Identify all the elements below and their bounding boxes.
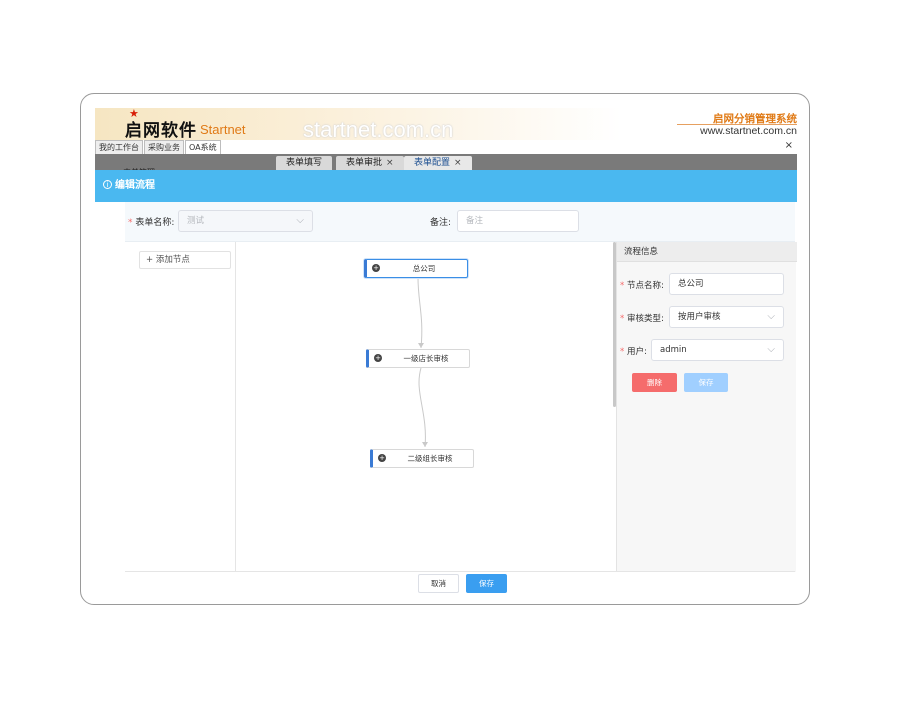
- audit-type-label-text: 审核类型:: [626, 314, 664, 324]
- info-icon: i: [103, 180, 112, 189]
- close-icon[interactable]: ×: [386, 158, 394, 168]
- chevron-down-icon: ⌵: [767, 344, 775, 355]
- flow-connector-2: [418, 367, 426, 448]
- flow-arrow-1: [418, 343, 424, 348]
- remark-input[interactable]: 备注: [457, 210, 579, 232]
- delete-node-button[interactable]: 删除: [632, 373, 677, 392]
- remark-placeholder: 备注: [466, 216, 484, 226]
- module-tab-workbench[interactable]: 我的工作台: [95, 140, 143, 155]
- flow-node-label: 二级组长审核: [407, 454, 453, 463]
- flow-canvas: + 总公司 + 一级店长审核 + 二级组长审核: [236, 242, 614, 572]
- page-tab-label: 表单审批: [346, 158, 383, 168]
- remark-label: 备注:: [430, 218, 452, 228]
- close-icon[interactable]: ×: [454, 158, 462, 168]
- panel-title: 流程信息: [617, 242, 797, 262]
- module-tab-oa[interactable]: OA系统: [185, 140, 221, 155]
- dialog-title: 编辑流程: [115, 180, 155, 191]
- user-label-text: 用户:: [626, 347, 647, 357]
- module-tabs: 我的工作台 采购业务 OA系统: [95, 140, 222, 155]
- cancel-button[interactable]: 取消: [418, 574, 459, 593]
- save-node-button[interactable]: 保存: [684, 373, 728, 392]
- page-tab-form-config[interactable]: 表单配置 ×: [404, 156, 472, 170]
- node-name-value: 总公司: [678, 279, 704, 289]
- required-mark: *: [620, 347, 625, 357]
- flow-connector-1: [417, 277, 423, 349]
- flow-node-level2[interactable]: + 二级组长审核: [370, 449, 474, 468]
- form-name-value: 测试: [187, 216, 205, 226]
- app-header: ★ 启网软件 Startnet startnet.com.cn 启网分销管理系统…: [95, 108, 797, 142]
- close-icon[interactable]: ×: [785, 141, 793, 151]
- logo-text: 启网软件: [125, 121, 197, 141]
- audit-type-select[interactable]: 按用户审核 ⌵: [669, 306, 784, 328]
- logo-brand: Startnet: [200, 122, 246, 137]
- page-tab-label: 表单填写: [286, 158, 323, 168]
- add-node-button[interactable]: + 添加节点: [139, 251, 231, 269]
- node-name-label: * 节点名称:: [620, 279, 664, 291]
- form-name-label-text: 表单名称:: [135, 218, 175, 228]
- module-tab-purchase[interactable]: 采购业务: [144, 140, 184, 155]
- flow-node-head-office[interactable]: + 总公司: [364, 259, 468, 278]
- user-select[interactable]: admin ⌵: [651, 339, 784, 361]
- node-name-label-text: 节点名称:: [626, 281, 664, 291]
- page-tab-form-approval[interactable]: 表单审批 ×: [336, 156, 404, 170]
- system-url: www.startnet.com.cn: [700, 125, 797, 137]
- save-button[interactable]: 保存: [466, 574, 507, 593]
- page-tab-form-fill[interactable]: 表单填写: [276, 156, 333, 170]
- audit-type-value: 按用户审核: [678, 312, 721, 322]
- flow-arrow-2: [422, 442, 428, 447]
- flow-node-label: 一级店长审核: [403, 354, 449, 363]
- flow-info-panel: 流程信息 * 节点名称: 总公司 * 审核类型: 按用户审核 ⌵ * 用户: a…: [616, 242, 797, 572]
- form-name-select: 测试 ⌵: [178, 210, 313, 232]
- node-toolbox: + 添加节点: [125, 242, 236, 572]
- required-mark: *: [620, 281, 625, 291]
- user-value: admin: [660, 345, 687, 355]
- chevron-down-icon: ⌵: [296, 215, 304, 226]
- form-header-row: * 表单名称: 测试 ⌵ 备注: 备注: [125, 202, 795, 242]
- user-label: * 用户:: [620, 345, 647, 357]
- required-mark: *: [620, 314, 625, 324]
- form-name-label: * 表单名称:: [128, 215, 174, 228]
- page-tab-label: 表单配置: [414, 158, 451, 168]
- audit-type-label: * 审核类型:: [620, 312, 664, 324]
- app-window: ★ 启网软件 Startnet startnet.com.cn 启网分销管理系统…: [80, 93, 810, 605]
- node-name-input[interactable]: 总公司: [669, 273, 784, 295]
- chevron-down-icon: ⌵: [767, 311, 775, 322]
- footer-divider: [125, 571, 795, 572]
- dialog-title-bar: i 编辑流程: [95, 170, 797, 202]
- watermark: startnet.com.cn: [303, 117, 454, 142]
- flow-connectors: [417, 277, 428, 448]
- flow-node-label: 总公司: [412, 264, 436, 273]
- flow-node-level1[interactable]: + 一级店长审核: [366, 349, 470, 368]
- required-mark: *: [128, 218, 133, 228]
